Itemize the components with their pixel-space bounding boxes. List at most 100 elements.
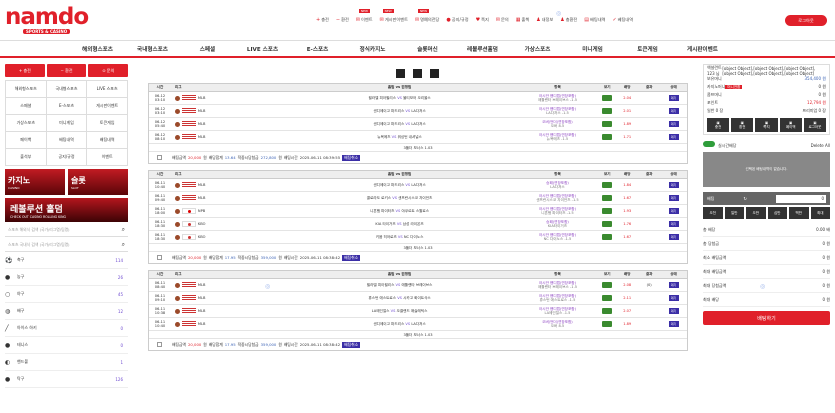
- top-menu-item[interactable]: ✉ 명예의전당 NEW: [415, 9, 439, 23]
- left-menu-item[interactable]: 미니게임: [46, 115, 88, 132]
- select-checkbox[interactable]: [157, 342, 162, 347]
- cancel-bet-button[interactable]: 배팅취소: [342, 154, 361, 161]
- place-bet-button[interactable]: 배팅하기: [703, 311, 830, 325]
- nav-item[interactable]: 레볼루션홀덤: [455, 41, 510, 57]
- delete-all-button[interactable]: Delete All: [811, 143, 830, 148]
- edit-info-link[interactable]: [object Object],[object Object],[object …: [722, 66, 826, 76]
- search-icon[interactable]: ⌕: [122, 241, 125, 249]
- eye-icon[interactable]: [602, 281, 613, 288]
- next-button[interactable]: [430, 69, 439, 78]
- left-menu-item[interactable]: 국내형스포츠: [46, 81, 88, 98]
- nav-item[interactable]: 미니게임: [565, 41, 620, 57]
- eye-icon[interactable]: [602, 207, 613, 214]
- eye-icon[interactable]: [602, 120, 613, 127]
- quick-amount-button[interactable]: 십만: [767, 207, 787, 219]
- sport-item[interactable]: ⚽ 축구 114: [5, 252, 128, 269]
- eye-icon[interactable]: [602, 233, 613, 240]
- top-menu-item[interactable]: ♥ 쪽지: [476, 17, 489, 23]
- top-menu-item[interactable]: ✉ 게시판이벤트 NEW: [380, 9, 408, 23]
- user-action-button[interactable]: ▣ 페이백: [779, 118, 802, 132]
- left-menu-item[interactable]: 스페셜: [6, 98, 47, 115]
- left-menu-item[interactable]: LIVE 스포츠: [87, 81, 128, 98]
- sport-item[interactable]: ╱ 아이스 하키 0: [5, 320, 128, 337]
- quick-amount-button[interactable]: 오만: [746, 207, 766, 219]
- quick-amount-button[interactable]: 일만: [724, 207, 744, 219]
- sport-item[interactable]: ● 농구 26: [5, 269, 128, 286]
- top-menu-item[interactable]: + 충전: [316, 17, 329, 23]
- left-menu-item[interactable]: 토큰게임: [87, 115, 128, 132]
- nav-item[interactable]: 국내형스포츠: [125, 41, 180, 57]
- sport-item[interactable]: ◍ 배구 12: [5, 303, 128, 320]
- eye-icon[interactable]: [602, 194, 613, 201]
- select-checkbox[interactable]: [157, 255, 162, 260]
- left-menu-item[interactable]: 배팅내역: [87, 132, 128, 149]
- nav-item[interactable]: 토큰게임: [620, 41, 675, 57]
- top-menu-item[interactable]: ✉ 이벤트 NEW: [356, 9, 373, 23]
- cancel-bet-button[interactable]: 배팅취소: [342, 341, 361, 348]
- user-action-button[interactable]: ▣ 환전: [731, 118, 754, 132]
- top-menu-item[interactable]: ♟ 충환전: [560, 17, 577, 23]
- quick-amount-button[interactable]: 최대: [810, 207, 830, 219]
- top-menu-item[interactable]: − 환전: [336, 17, 349, 23]
- sport-item[interactable]: ● 테니스 0: [5, 337, 128, 354]
- top-menu-item[interactable]: ● 공지/규정: [446, 17, 468, 23]
- search-icon[interactable]: ⌕: [122, 226, 125, 234]
- eye-icon[interactable]: [602, 294, 613, 301]
- top-menu-item[interactable]: ✓ 베팅내역: [612, 17, 633, 23]
- left-menu-item[interactable]: 이벤트: [87, 149, 128, 166]
- left-menu-item[interactable]: 출석부: [6, 149, 47, 166]
- left-menu-item[interactable]: 배팅내역: [46, 132, 88, 149]
- nav-item[interactable]: 정식카지노: [345, 41, 400, 57]
- toggle-switch[interactable]: [703, 141, 715, 147]
- left-menu-item[interactable]: 게시판이벤트: [87, 98, 128, 115]
- top-menu-item[interactable]: ✉ 문의: [496, 17, 509, 23]
- sport-item[interactable]: ○ 야구 45: [5, 286, 128, 303]
- top-menu-item[interactable]: ▤ 배팅내역: [584, 17, 605, 23]
- nav-item[interactable]: 슬롯머신: [400, 41, 455, 57]
- user-action-button[interactable]: ▣ 충전: [707, 118, 730, 132]
- eye-icon[interactable]: [602, 307, 613, 314]
- bet-amount-input[interactable]: 0: [775, 194, 826, 203]
- slot-banner[interactable]: 슬롯 SLOT: [68, 169, 128, 195]
- left-menu-item[interactable]: 페이백: [6, 132, 47, 149]
- nav-item[interactable]: 스페셜: [180, 41, 235, 57]
- convert-button[interactable]: 머니전환: [725, 85, 743, 89]
- nav-item[interactable]: LIVE 스포츠: [235, 41, 290, 57]
- sport-item[interactable]: ● 탁구 126: [5, 371, 128, 388]
- left-menu-item[interactable]: 해외형스포츠: [6, 81, 47, 98]
- prev-button[interactable]: [396, 69, 405, 78]
- refresh-icon[interactable]: ↻: [744, 196, 747, 201]
- select-checkbox[interactable]: [157, 155, 162, 160]
- left-menu-item[interactable]: 공지/규정: [46, 149, 88, 166]
- nav-item[interactable]: E-스포츠: [290, 41, 345, 57]
- eye-icon[interactable]: [602, 107, 613, 114]
- site-logo[interactable]: namdo SPORTS & CASINO: [5, 5, 89, 35]
- user-action-button[interactable]: ▣ 로그아웃: [803, 118, 826, 132]
- eye-icon[interactable]: [602, 181, 613, 188]
- logout-button[interactable]: 로그아웃: [785, 15, 827, 26]
- cancel-bet-button[interactable]: 배팅취소: [342, 254, 361, 261]
- quick-amount-button[interactable]: 백만: [789, 207, 809, 219]
- quick-amount-button[interactable]: 오천: [703, 207, 723, 219]
- left-menu-item[interactable]: 가상스포츠: [6, 115, 47, 132]
- nav-item[interactable]: 게시판이벤트: [675, 41, 730, 57]
- top-menu-item[interactable]: ▦ 출첵: [516, 17, 529, 23]
- quick-button[interactable]: − 환전: [46, 64, 87, 77]
- search-overseas[interactable]: 스포츠 해외식 검색 (국가/리그명/팀명) ⌕: [5, 224, 128, 237]
- eye-icon[interactable]: [602, 94, 613, 101]
- left-menu-item[interactable]: E-스포츠: [46, 98, 88, 115]
- search-domestic[interactable]: 스포츠 국내식 검색 (국가/리그명/팀명) ⌕: [5, 239, 128, 252]
- quick-button[interactable]: + 충전: [5, 64, 45, 77]
- realtime-odds-toggle[interactable]: 실시간배당 Delete All: [703, 140, 830, 150]
- eye-icon[interactable]: [602, 220, 613, 227]
- casino-banner[interactable]: 카지노 CASINO: [5, 169, 65, 195]
- nav-item[interactable]: 가상스포츠: [510, 41, 565, 57]
- eye-icon[interactable]: [602, 320, 613, 327]
- holdem-banner[interactable]: 레볼루션 홀덤 CHECK OUT CASINO ROLLING KING: [5, 198, 128, 222]
- sport-item[interactable]: ◐ 핸드볼 1: [5, 354, 128, 371]
- quick-button[interactable]: ⊙ 문의: [88, 64, 129, 77]
- user-action-button[interactable]: ▣ 쪽지: [755, 118, 778, 132]
- nav-item[interactable]: 해외형스포츠: [70, 41, 125, 57]
- page-button[interactable]: [413, 69, 422, 78]
- eye-icon[interactable]: [602, 133, 613, 140]
